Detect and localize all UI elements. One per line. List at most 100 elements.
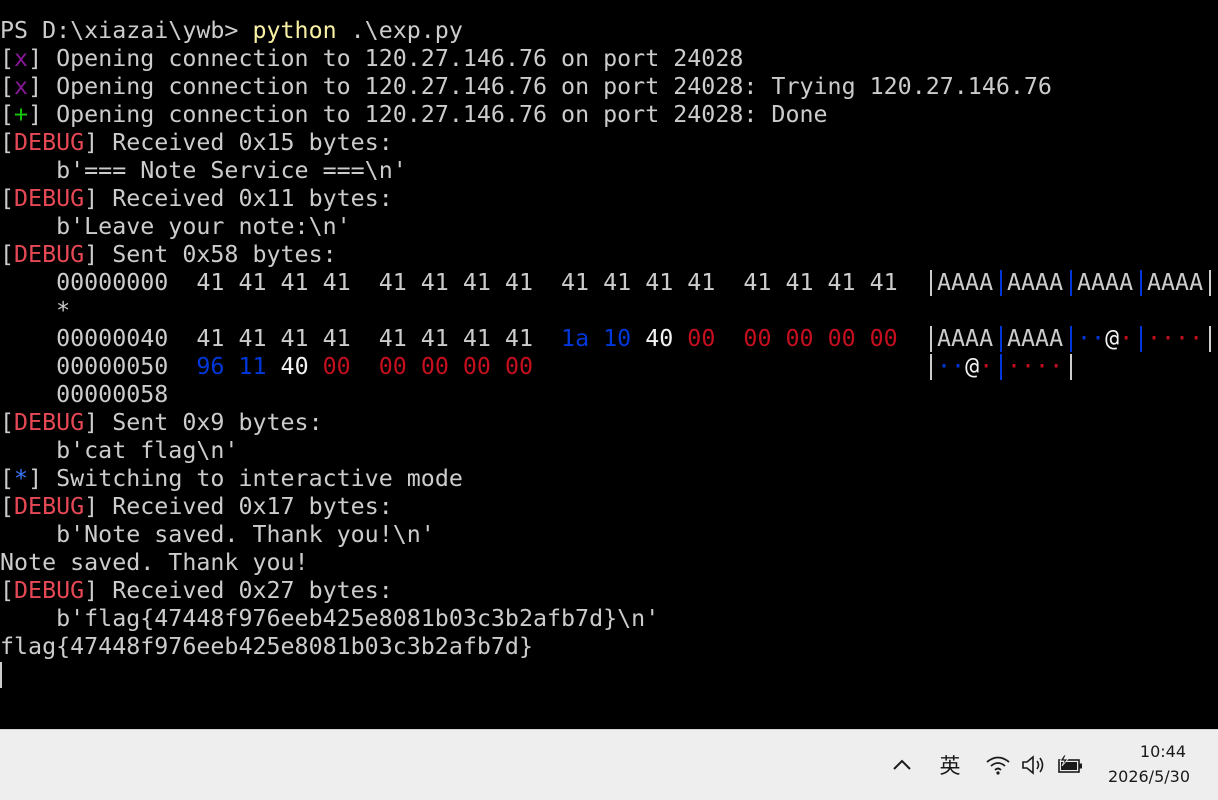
terminal-text-segment: 40 — [631, 325, 688, 352]
terminal-text-segment: [ — [0, 577, 15, 604]
terminal-text-segment: DEBUG — [14, 129, 85, 156]
hexdump-ascii-cell: AAAA — [1007, 325, 1064, 352]
terminal-text-segment: 00 — [687, 325, 716, 352]
terminal-text-segment: ] Sent 0x9 bytes: — [84, 409, 323, 436]
terminal-text-segment: [ — [0, 73, 15, 100]
hexdump-ascii-cell: ··@· — [1077, 325, 1134, 352]
hexdump-separator — [1209, 270, 1211, 296]
hexdump-ascii-cell: ···· — [1007, 353, 1064, 380]
terminal-text-segment: DEBUG — [14, 577, 85, 604]
hexdump-ascii-cell: AAAA — [937, 325, 994, 352]
hexdump-ascii-cell: AAAA — [1077, 269, 1134, 296]
clock-date[interactable]: 2026/5/30 — [1108, 767, 1190, 786]
hexdump-ascii-cell: AAAA — [937, 269, 994, 296]
terminal-text-segment: DEBUG — [14, 241, 85, 268]
terminal-text-segment: 40 — [266, 353, 323, 380]
wifi-icon[interactable] — [984, 752, 1012, 778]
terminal-text-segment: b'Leave your note:\n' — [0, 213, 351, 240]
hexdump-separator — [1070, 270, 1072, 296]
terminal-text-segment: ] Opening connection to 120.27.146.76 on… — [28, 73, 1052, 100]
terminal-text-segment: DEBUG — [14, 409, 85, 436]
terminal-line: [x] Opening connection to 120.27.146.76 … — [0, 45, 743, 73]
terminal-text-segment: flag{47448f976eeb425e8081b03c3b2afb7d} — [0, 633, 533, 660]
terminal-text-segment: b'cat flag\n' — [0, 437, 239, 464]
terminal-text-segment: ] Received 0x27 bytes: — [84, 577, 393, 604]
text-cursor — [0, 662, 2, 688]
terminal-text-segment: 00000040 41 41 41 41 41 41 41 41 — [0, 325, 562, 352]
terminal-text-segment: 00000050 — [0, 353, 197, 380]
terminal-line: 00000000 41 41 41 41 41 41 41 41 41 41 4… — [0, 269, 898, 297]
terminal-text-segment: 00 00 00 00 — [743, 325, 898, 352]
clock-time[interactable]: 10:44 — [1140, 742, 1186, 761]
terminal-text-segment: 00 — [322, 353, 351, 380]
hexdump-separator — [1070, 354, 1072, 380]
terminal-text-segment: ] Received 0x11 bytes: — [84, 185, 393, 212]
speaker-icon[interactable] — [1020, 752, 1048, 778]
hexdump-separator — [930, 354, 932, 380]
terminal-text-segment: b'=== Note Service ===\n' — [0, 157, 407, 184]
terminal-window[interactable]: PS D:\xiazai\ywb> python .\exp.py [x] Ope… — [0, 0, 1218, 729]
terminal-text-segment: 00000058 — [0, 381, 169, 408]
terminal-line: [x] Opening connection to 120.27.146.76 … — [0, 73, 1052, 101]
terminal-line: [*] Switching to interactive mode — [0, 465, 463, 493]
terminal-text-segment: b'Note saved. Thank you!\n' — [0, 521, 435, 548]
chevron-up-icon[interactable] — [890, 752, 914, 778]
terminal-line: [DEBUG] Received 0x17 bytes: — [0, 493, 393, 521]
hexdump-separator — [1000, 326, 1002, 352]
taskbar: 英 10:44 2026/5/30 — [0, 729, 1218, 800]
terminal-text-segment: ] Sent 0x58 bytes: — [84, 241, 337, 268]
terminal-line: [+] Opening connection to 120.27.146.76 … — [0, 101, 828, 129]
hexdump-ascii-cell: ···· — [1147, 325, 1204, 352]
terminal-line: [DEBUG] Received 0x15 bytes: — [0, 129, 393, 157]
terminal-text-segment: Note saved. Thank you! — [0, 549, 309, 576]
terminal-line: b'flag{47448f976eeb425e8081b03c3b2afb7d}… — [0, 605, 659, 633]
terminal-text-segment: * — [14, 465, 29, 492]
terminal-text-segment: ] Received 0x17 bytes: — [84, 493, 393, 520]
hexdump-separator — [1140, 326, 1142, 352]
terminal-line: [DEBUG] Sent 0x58 bytes: — [0, 241, 337, 269]
terminal-text-segment: DEBUG — [14, 185, 85, 212]
terminal-line: PS D:\xiazai\ywb> python .\exp.py — [0, 17, 463, 45]
terminal-line: b'Leave your note:\n' — [0, 213, 351, 241]
terminal-line: Note saved. Thank you! — [0, 549, 309, 577]
terminal-line: b'=== Note Service ===\n' — [0, 157, 407, 185]
terminal-text-segment: [ — [0, 241, 15, 268]
hexdump-separator — [930, 326, 932, 352]
terminal-text-segment: .\exp.py — [336, 17, 463, 44]
hexdump-separator — [1140, 270, 1142, 296]
terminal-text-segment: 00000000 41 41 41 41 41 41 41 41 41 41 4… — [0, 269, 898, 296]
hexdump-ascii-cell: AAAA — [1147, 269, 1204, 296]
terminal-line: [DEBUG] Received 0x11 bytes: — [0, 185, 393, 213]
terminal-text-segment: ] Switching to interactive mode — [28, 465, 463, 492]
terminal-text-segment: PS D:\xiazai\ywb> — [0, 17, 253, 44]
ime-indicator[interactable]: 英 — [935, 752, 965, 778]
terminal-text-segment: [ — [0, 101, 15, 128]
terminal-line: [DEBUG] Received 0x27 bytes: — [0, 577, 393, 605]
terminal-text-segment: x — [14, 73, 29, 100]
terminal-text-segment: x — [14, 45, 29, 72]
battery-charging-icon[interactable] — [1055, 752, 1085, 778]
hexdump-separator — [1000, 354, 1002, 380]
hexdump-ascii-cell: ··@· — [937, 353, 994, 380]
terminal-text-segment: ] Opening connection to 120.27.146.76 on… — [28, 45, 744, 72]
terminal-text-segment: [ — [0, 409, 15, 436]
terminal-line: [DEBUG] Sent 0x9 bytes: — [0, 409, 323, 437]
hexdump-separator — [1000, 270, 1002, 296]
terminal-line: * — [0, 297, 70, 325]
terminal-line: b'Note saved. Thank you!\n' — [0, 521, 435, 549]
terminal-text-segment: [ — [0, 493, 15, 520]
hexdump-separator — [1070, 326, 1072, 352]
hexdump-separator — [930, 270, 932, 296]
hexdump-separator — [1209, 326, 1211, 352]
terminal-text-segment: 00 00 00 00 — [378, 353, 534, 380]
terminal-line: 00000040 41 41 41 41 41 41 41 41 1a 10 4… — [0, 325, 898, 353]
terminal-text-segment: [ — [0, 45, 15, 72]
terminal-text-segment: [ — [0, 465, 15, 492]
terminal-text-segment: DEBUG — [14, 493, 85, 520]
terminal-text-segment: [ — [0, 129, 15, 156]
terminal-text-segment: python — [252, 17, 337, 44]
terminal-text-segment: 96 11 — [196, 353, 267, 380]
terminal-line: flag{47448f976eeb425e8081b03c3b2afb7d} — [0, 633, 533, 661]
